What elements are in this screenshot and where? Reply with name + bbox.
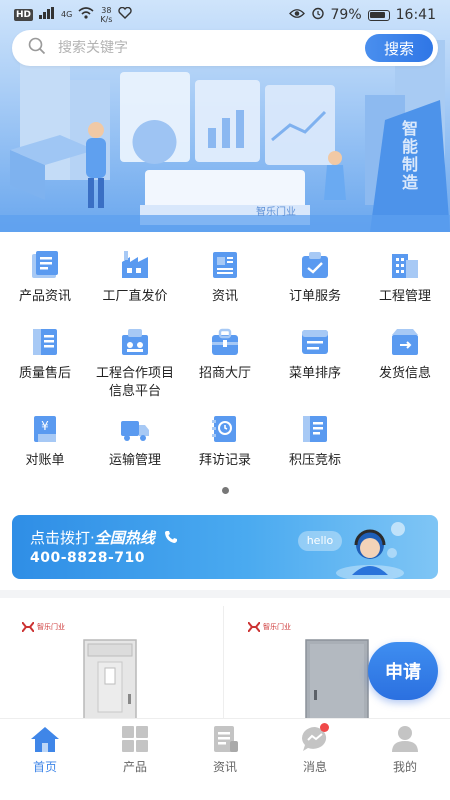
grid-item-label: 菜单排序 [288,366,341,381]
grid-item-label: 积压竞标 [288,453,341,468]
visit-record-icon [212,416,236,442]
unread-badge [320,723,329,732]
grid-item-quality-aftersales[interactable]: 质量售后 [0,325,90,383]
heart-icon [118,6,133,23]
nav-item-products[interactable]: 产品 [90,719,180,800]
hero-building-text: 智能制造 [402,119,419,192]
speed-value: 38 [101,6,112,15]
hd-indicator: HD [14,9,34,21]
nav-label: 消息 [302,760,327,774]
hero-banner[interactable]: 智能制造 智乐门业 HD 4G 38 K/s 79% 16:41 搜索关键字 搜… [0,0,450,232]
grid-item-statement[interactable]: ¥ 对账单 [0,412,90,470]
pager-dot[interactable] [222,487,229,494]
hotline-prefix: 点击拨打· [30,529,95,547]
order-icon [302,252,328,278]
briefcase-icon [212,328,238,355]
bottom-nav: 首页 产品 资讯 消息 我的 [0,718,450,800]
grid-icon [122,726,148,752]
alarm-icon [311,6,325,24]
factory-icon [122,251,148,278]
signal-icon [39,7,55,23]
grid-item-label: 工厂直发价 [102,289,168,304]
grid-item-label: 发货信息 [378,366,431,381]
nav-item-news[interactable]: 资讯 [180,719,270,800]
battery-icon [367,9,390,21]
statement-icon: ¥ [34,416,56,442]
clock-time: 16:41 [395,7,436,23]
building-icon [392,254,418,278]
document-icon [214,726,238,752]
grid-item-label: 运输管理 [108,453,161,468]
grid-item-label: 拜访记录 [198,453,251,468]
apply-button[interactable]: 申请 [368,642,438,700]
search-icon [28,37,46,59]
wifi-icon [78,7,94,23]
grid-item-label: 工程管理 [378,289,431,304]
grid-item-label: 资讯 [211,289,238,304]
eye-icon [288,7,305,23]
search-bar[interactable]: 搜索 [12,30,438,66]
grid-item-label: 对账单 [25,453,65,468]
grid-item-cooperation-platform[interactable]: 工程合作项目信息平台 [90,325,180,401]
hotline-phone: 400-8828-710 [30,550,146,566]
nav-label: 资讯 [212,760,237,774]
menu-sort-icon [302,330,328,354]
grid-item-news[interactable]: 资讯 [180,248,270,306]
grid-item-label: 产品资讯 [18,289,71,304]
hotline-banner[interactable]: 点击拨打·全国热线 400-8828-710 hello [12,515,438,579]
grid-item-label: 招商大厅 [198,366,251,381]
grid-item-investment-hall[interactable]: 招商大厅 [180,325,270,383]
grid-item-factory-price[interactable]: 工厂直发价 [90,248,180,306]
battery-percent: 79% [330,7,362,23]
hotline-title: 点击拨打·全国热线 [30,527,178,548]
section-divider [0,590,450,598]
hero-brand-text: 智乐门业 [256,207,296,218]
network-type: 4G [61,10,73,19]
grid-item-label: 订单服务 [288,289,341,304]
shipping-box-icon [392,329,418,355]
support-agent-illustration [336,522,405,579]
quality-icon [33,329,57,355]
grid-item-project-management[interactable]: 工程管理 [360,248,450,306]
grid-item-menu-sort[interactable]: 菜单排序 [270,325,360,383]
grid-item-product-info[interactable]: 产品资讯 [0,248,90,306]
svg-text:¥: ¥ [41,419,49,433]
search-button[interactable]: 搜索 [365,34,433,62]
product-card[interactable]: 智乐门业 [0,606,224,724]
nav-label: 我的 [392,760,417,774]
grid-item-order-service[interactable]: 订单服务 [270,248,360,306]
product-info-icon [32,251,58,278]
person-icon [392,726,418,752]
grid-item-label: 质量售后 [18,366,71,381]
nav-item-home[interactable]: 首页 [0,719,90,800]
grid-item-shipping-info[interactable]: 发货信息 [360,325,450,383]
hotline-title-strong: 全国热线 [94,529,155,547]
nav-item-messages[interactable]: 消息 [270,719,360,800]
phone-icon [164,530,178,548]
product-image [83,639,137,724]
nav-label: 首页 [32,760,57,774]
grid-item-overstock-bidding[interactable]: 积压竞标 [270,412,360,470]
grid-item-label: 工程合作项目信息平台 [95,366,174,399]
home-icon [31,727,59,752]
nav-item-profile[interactable]: 我的 [360,719,450,800]
bidding-icon [303,416,327,442]
status-bar: HD 4G 38 K/s 79% 16:41 [0,0,450,30]
truck-icon [121,421,149,441]
speed-unit: K/s [100,15,113,24]
news-icon [213,252,237,278]
cooperation-icon [122,329,148,355]
network-speed: 38 K/s [100,6,112,24]
grid-item-transport-management[interactable]: 运输管理 [90,412,180,470]
grid-item-visit-record[interactable]: 拜访记录 [180,412,270,470]
nav-label: 产品 [122,760,147,774]
